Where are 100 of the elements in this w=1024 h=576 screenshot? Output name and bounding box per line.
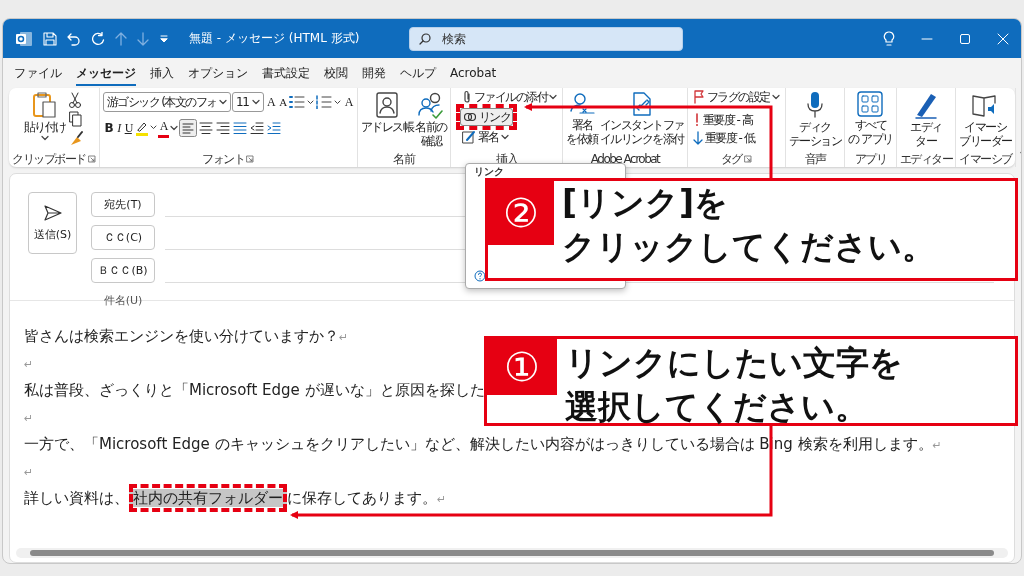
menu-tab[interactable]: ファイル — [9, 62, 67, 84]
people-check-icon[interactable] — [417, 91, 446, 119]
step-number: ② — [488, 181, 554, 245]
menu-tab[interactable]: ヘルプ — [395, 62, 441, 84]
body-paragraph: 詳しい資料は、 社内の共有フォルダー に保存してあります。↵ — [24, 485, 447, 512]
step-number: ① — [487, 339, 557, 395]
callout-text: [リンク]を クリックしてください。 — [561, 182, 935, 268]
attach-file-button[interactable]: ファイルの添付 — [459, 88, 560, 106]
redo-icon[interactable] — [91, 31, 105, 46]
person-sign-icon[interactable] — [568, 91, 597, 117]
recipient-button[interactable]: ＢＣＣ(B) — [91, 258, 155, 283]
immersive-reader-button[interactable]: イマーシ ブリーダー — [959, 91, 1012, 149]
menu-tab[interactable]: 校閲 — [319, 62, 353, 84]
decrease-indent-icon[interactable] — [249, 120, 265, 136]
clear-formatting-button[interactable]: A — [342, 91, 354, 113]
recipient-button[interactable]: 宛先(T) — [91, 192, 155, 217]
paperclip-icon[interactable] — [461, 90, 472, 104]
attach-file-link-button[interactable]: インスタントファ イルリンクを添付 — [599, 91, 684, 147]
recipient-button[interactable]: ＣＣ(C) — [91, 225, 155, 250]
clipboard-icon[interactable] — [31, 91, 58, 119]
save-icon[interactable] — [43, 31, 57, 46]
dialog-launcher-icon[interactable] — [246, 155, 255, 163]
undo-icon[interactable] — [67, 31, 81, 46]
chevron-icon[interactable] — [170, 125, 178, 131]
bullet-list-icon[interactable] — [288, 95, 315, 109]
outlook-logo-icon[interactable] — [15, 30, 33, 47]
window-title: 無題 - メッセージ (HTML 形式) — [189, 30, 360, 47]
search-field[interactable]: 検索 — [409, 26, 684, 51]
menu-tab[interactable]: Acrobat — [445, 62, 502, 84]
maximize-icon[interactable] — [959, 32, 971, 45]
bold-button[interactable]: B — [102, 117, 115, 139]
close-icon[interactable] — [997, 32, 1009, 45]
all-apps-button[interactable]: すべて の アプリ — [848, 91, 893, 147]
chevron-icon[interactable] — [40, 135, 49, 142]
paste-button[interactable]: 貼り付け — [23, 91, 66, 142]
popup-title: リンク — [474, 165, 505, 179]
group-label: イマーシブ — [959, 151, 1012, 167]
increase-indent-icon[interactable] — [266, 120, 282, 136]
subject-label: 件名(U) — [102, 293, 144, 308]
dictation-button[interactable]: ディク テーション — [788, 91, 842, 149]
group-label: エディター — [899, 151, 953, 167]
link-button[interactable]: リンク — [459, 108, 514, 126]
font-name-dropdown[interactable]: 游ゴシック (本文のフォ — [102, 92, 231, 112]
dialog-launcher-icon[interactable] — [87, 155, 96, 163]
signature-button[interactable]: 署名 — [459, 128, 511, 146]
chevron-icon[interactable] — [771, 94, 780, 100]
body-paragraph: 皆さんは検索エンジンを使い分けていますか？↵ — [24, 326, 349, 347]
group-label: 名前 — [393, 151, 415, 167]
justify-icon[interactable] — [232, 120, 248, 136]
lightbulb-icon[interactable] — [883, 30, 895, 47]
chevron-icon[interactable] — [219, 99, 227, 105]
copy-icon[interactable] — [67, 110, 82, 128]
send-icon[interactable] — [43, 204, 62, 221]
paragraph-mark: ↵ — [24, 357, 34, 373]
high-importance-button[interactable]: 重要度 - 高 — [690, 111, 755, 129]
shrink-font-button[interactable]: A — [277, 91, 288, 113]
low-importance-button[interactable]: 重要度 - 低 — [690, 129, 757, 147]
highlighter-icon[interactable] — [134, 120, 157, 136]
editor-button[interactable]: エディ ター — [910, 91, 942, 149]
flag-icon[interactable] — [692, 90, 705, 104]
callout-text: リンクにしたい文字を 選択してください。 — [564, 342, 903, 423]
horizontal-scrollbar[interactable] — [16, 548, 1008, 558]
underline-button[interactable]: U — [122, 117, 134, 139]
chevron-icon[interactable] — [549, 94, 558, 100]
group-label: クリップボード — [12, 151, 86, 167]
help-icon[interactable] — [474, 270, 486, 282]
dialog-launcher-icon[interactable] — [743, 155, 752, 163]
group-label: アプリ — [854, 151, 887, 167]
menu-tab[interactable]: 書式設定 — [257, 62, 315, 84]
down-arrow-icon[interactable] — [692, 131, 703, 145]
chevron-icon[interactable] — [252, 99, 261, 105]
font-color-button[interactable]: A — [157, 118, 169, 138]
font-size-dropdown[interactable]: 11 — [232, 92, 264, 112]
request-signature-button[interactable]: 署名 を依頼 — [566, 91, 598, 147]
numbered-list-icon[interactable] — [315, 95, 342, 109]
chevron-icon[interactable] — [500, 134, 509, 140]
align-center-icon[interactable] — [198, 120, 214, 136]
link-icon[interactable] — [462, 112, 477, 122]
menu-tab[interactable]: メッセージ — [71, 62, 141, 84]
align-right-icon[interactable] — [215, 120, 231, 136]
paragraph-mark: ↵ — [24, 465, 34, 481]
italic-button[interactable]: I — [115, 117, 122, 139]
app-grid-icon[interactable] — [857, 91, 884, 117]
scissors-icon[interactable] — [67, 91, 82, 109]
group-label: Adobe Acrobat — [590, 151, 660, 167]
address-book-icon[interactable] — [375, 91, 400, 119]
menu-tab[interactable]: 挿入 — [145, 62, 179, 84]
check-names-button[interactable]: 名前の 確認 — [415, 91, 447, 149]
address-book-button[interactable]: アドレス帳 — [360, 91, 414, 135]
pen-icon[interactable] — [912, 91, 939, 119]
group-label: タグ — [720, 151, 742, 167]
grow-font-button[interactable]: A — [265, 91, 277, 113]
highlight-frame — [455, 104, 518, 130]
menu-tab[interactable]: 開発 — [357, 62, 391, 84]
send-button[interactable]: 送信(S) — [28, 192, 77, 254]
customize-caret-icon[interactable] — [159, 33, 169, 44]
signature-pen-icon[interactable] — [461, 130, 476, 144]
flag-button[interactable]: フラグの設定 — [690, 88, 782, 106]
menu-tab[interactable]: オプション — [183, 62, 253, 84]
microphone-icon[interactable] — [805, 91, 826, 119]
